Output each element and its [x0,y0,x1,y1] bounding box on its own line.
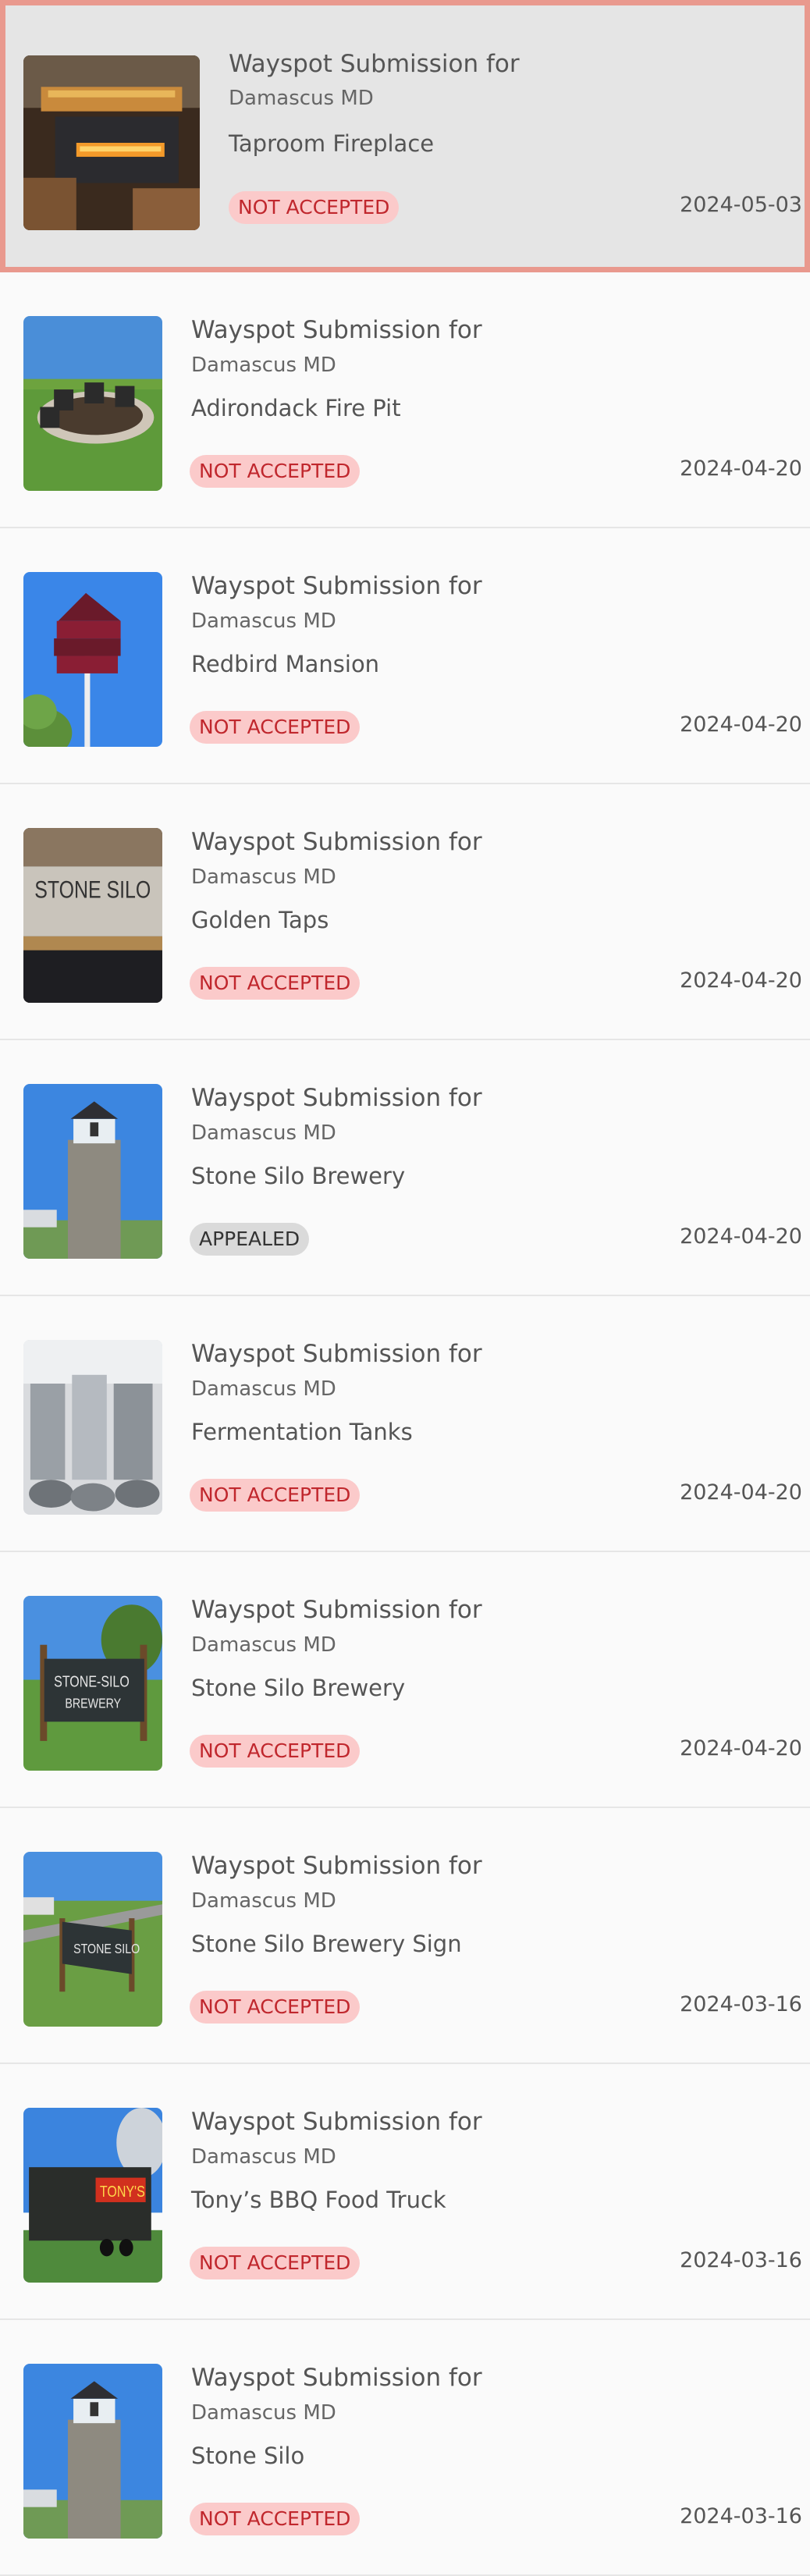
submission-photo: STONE SILO [23,1852,162,2027]
submission-list: Wayspot Submission for Damascus MD Tapro… [0,0,810,2576]
submission-photo: TONY'S [23,2108,162,2283]
submission-photo [23,55,200,230]
submission-date: 2024-04-20 [680,1224,802,1249]
submission-name: Tony’s BBQ Food Truck [191,2187,446,2213]
submission-title: Wayspot Submission for [229,50,520,78]
status-badge: NOT ACCEPTED [229,191,400,224]
submission-item[interactable]: STONE SILO Wayspot Submission for Damasc… [0,784,810,1040]
svg-text:STONE SILO: STONE SILO [34,876,151,904]
submission-location: Damascus MD [191,865,336,889]
svg-text:STONE-SILO: STONE-SILO [54,1673,130,1690]
submission-location: Damascus MD [191,2401,336,2425]
submission-date: 2024-05-03 [680,193,802,217]
svg-text:STONE SILO: STONE SILO [73,1941,140,1956]
submission-photo [23,1084,162,1259]
status-badge: NOT ACCEPTED [190,2247,361,2279]
submission-name: Golden Taps [191,907,329,933]
submission-item[interactable]: Wayspot Submission for Damascus MD Stone… [0,2320,810,2576]
status-badge: NOT ACCEPTED [190,455,361,488]
submission-name: Stone Silo Brewery [191,1163,406,1189]
status-badge: APPEALED [190,1223,310,1256]
submission-item[interactable]: Wayspot Submission for Damascus MD Tapro… [0,0,810,272]
submission-date: 2024-04-20 [680,712,802,737]
submission-location: Damascus MD [191,609,336,633]
svg-text:TONY'S: TONY'S [100,2183,145,2201]
submission-title: Wayspot Submission for [191,2108,482,2136]
submission-photo: STONE-SILO BREWERY [23,1596,162,1771]
submission-photo: STONE SILO [23,828,162,1003]
submission-title: Wayspot Submission for [191,1340,482,1368]
submission-name: Stone Silo Brewery [191,1675,406,1701]
submission-date: 2024-04-20 [680,968,802,993]
submission-name: Redbird Mansion [191,651,380,677]
submission-photo [23,1340,162,1515]
submission-location: Damascus MD [191,354,336,377]
submission-location: Damascus MD [191,1889,336,1913]
submission-photo [23,2364,162,2539]
submission-date: 2024-03-16 [680,1992,802,2016]
submission-photo [23,316,162,491]
status-badge: NOT ACCEPTED [190,1479,361,1512]
submission-title: Wayspot Submission for [191,1084,482,1112]
submission-name: Fermentation Tanks [191,1419,413,1445]
svg-text:BREWERY: BREWERY [65,1696,121,1711]
submission-date: 2024-03-16 [680,2504,802,2528]
submission-item[interactable]: Wayspot Submission for Damascus MD Ferme… [0,1296,810,1552]
submission-location: Damascus MD [191,1633,336,1657]
submission-title: Wayspot Submission for [191,1852,482,1880]
submission-item[interactable]: TONY'S Wayspot Submission for Damascus M… [0,2064,810,2320]
submission-date: 2024-04-20 [680,1480,802,1505]
submission-item[interactable]: Wayspot Submission for Damascus MD Stone… [0,1040,810,1296]
submission-date: 2024-03-16 [680,2248,802,2272]
submission-name: Stone Silo Brewery Sign [191,1931,462,1957]
submission-location: Damascus MD [229,87,374,110]
submission-title: Wayspot Submission for [191,2364,482,2392]
submission-title: Wayspot Submission for [191,316,482,344]
submission-name: Taproom Fireplace [229,130,435,157]
submission-item[interactable]: Wayspot Submission for Damascus MD Adiro… [0,272,810,528]
submission-title: Wayspot Submission for [191,1596,482,1624]
status-badge: NOT ACCEPTED [190,1735,361,1768]
submission-location: Damascus MD [191,1121,336,1145]
status-badge: NOT ACCEPTED [190,1991,361,2023]
submission-location: Damascus MD [191,1377,336,1401]
submission-photo [23,572,162,747]
submission-date: 2024-04-20 [680,1736,802,1761]
submission-name: Adirondack Fire Pit [191,395,401,421]
submission-title: Wayspot Submission for [191,572,482,600]
submission-item[interactable]: STONE-SILO BREWERY Wayspot Submission fo… [0,1552,810,1808]
submission-title: Wayspot Submission for [191,828,482,856]
submission-location: Damascus MD [191,2145,336,2169]
submission-date: 2024-04-20 [680,457,802,481]
status-badge: NOT ACCEPTED [190,2503,361,2535]
submission-item[interactable]: Wayspot Submission for Damascus MD Redbi… [0,528,810,784]
submission-name: Stone Silo [191,2443,305,2469]
status-badge: NOT ACCEPTED [190,711,361,744]
status-badge: NOT ACCEPTED [190,967,361,1000]
submission-item[interactable]: STONE SILO Wayspot Submission for Damasc… [0,1808,810,2064]
